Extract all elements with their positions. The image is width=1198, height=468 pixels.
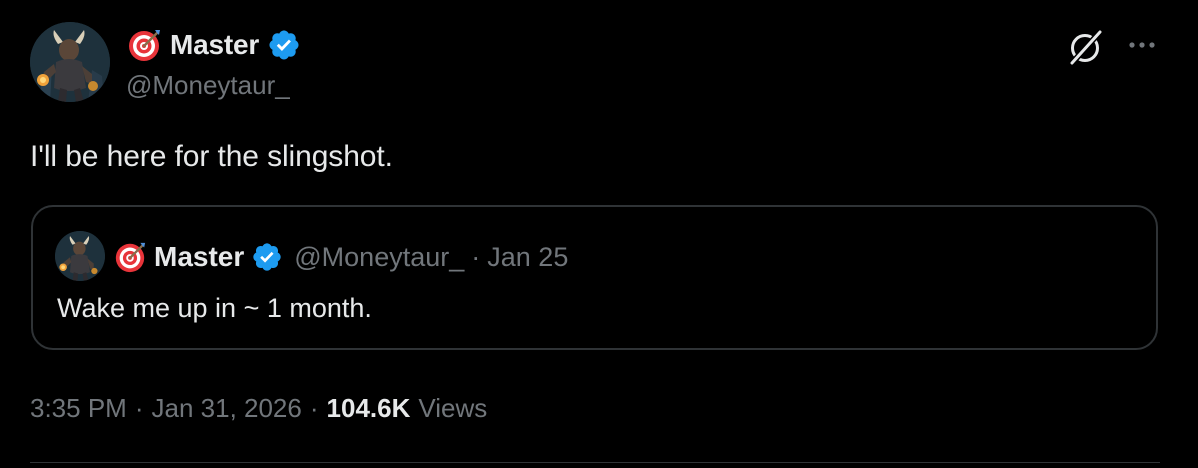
minotaur-avatar-image — [30, 22, 110, 102]
tweet-meta-row: 3:35 PM · Jan 31, 2026 · 104.6K Views — [30, 388, 487, 428]
author-avatar[interactable] — [30, 22, 110, 102]
quoted-tweet-date[interactable]: Jan 25 — [487, 242, 568, 273]
tweet-time[interactable]: 3:35 PM — [30, 393, 127, 424]
views-count[interactable]: 104.6K — [327, 393, 411, 424]
quoted-tweet-card[interactable]: Master @Moneytaur_ · Jan 25 Wake me up i… — [31, 205, 1158, 350]
tweet-container: Master @Moneytaur_ I'll be here for the … — [0, 0, 1198, 468]
tweet-date[interactable]: Jan 31, 2026 — [152, 393, 302, 424]
grok-icon[interactable] — [1064, 26, 1106, 68]
views-label[interactable]: Views — [418, 393, 487, 424]
more-horizontal-icon[interactable] — [1124, 30, 1160, 60]
verified-badge-icon[interactable] — [251, 241, 283, 273]
author-handle[interactable]: @Moneytaur_ — [126, 70, 290, 101]
dot-separator: · — [309, 392, 319, 423]
dot-separator: · — [134, 392, 144, 423]
direct-hit-target-icon — [129, 30, 160, 61]
quoted-author-display-name[interactable]: Master — [154, 241, 244, 273]
dot-separator: · — [471, 241, 481, 272]
quoted-tweet-header: Master @Moneytaur_ · Jan 25 — [113, 237, 568, 277]
author-display-name[interactable]: Master — [170, 29, 259, 61]
divider — [30, 462, 1160, 463]
quoted-author-avatar[interactable] — [55, 231, 105, 281]
author-name-row: Master — [126, 26, 301, 64]
quoted-tweet-text: Wake me up in ~ 1 month. — [57, 293, 372, 323]
direct-hit-target-icon — [115, 242, 146, 273]
verified-badge-icon[interactable] — [267, 28, 301, 62]
quoted-author-handle[interactable]: @Moneytaur_ — [294, 242, 464, 273]
tweet-text: I'll be here for the slingshot. — [30, 140, 393, 173]
minotaur-avatar-image — [55, 231, 105, 281]
